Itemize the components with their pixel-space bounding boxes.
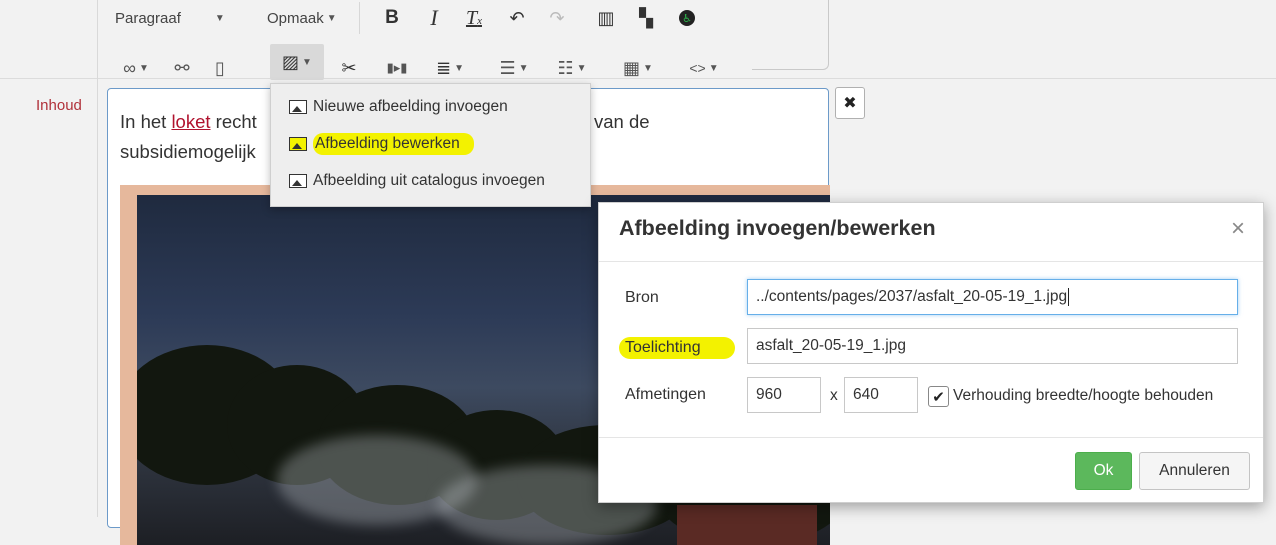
code-icon: <> bbox=[689, 60, 706, 76]
paste-text-button[interactable]: ▥ bbox=[591, 0, 621, 36]
numbered-list-dropdown[interactable]: ☷ ▼ bbox=[549, 50, 595, 86]
width-input[interactable]: 960 bbox=[747, 377, 821, 413]
image-menu: Nieuwe afbeelding invoegen Afbeelding be… bbox=[270, 83, 591, 207]
loket-link[interactable]: loket bbox=[171, 111, 210, 132]
content-field-label: Inhoud bbox=[36, 97, 82, 114]
editor-content[interactable]: In het loket recht subsidiemogelijk bbox=[120, 107, 257, 167]
chevron-down-icon: ▼ bbox=[708, 62, 719, 74]
chevron-down-icon: ▼ bbox=[454, 62, 464, 74]
cancel-button[interactable]: Annuleren bbox=[1139, 452, 1250, 490]
image-icon bbox=[289, 100, 307, 114]
undo-icon: ↶ bbox=[509, 7, 525, 28]
unlink-icon: ⚯ bbox=[174, 57, 190, 78]
undo-button[interactable]: ↶ bbox=[502, 0, 532, 36]
chevron-down-icon: ▼ bbox=[518, 62, 529, 74]
caption-input[interactable]: asfalt_20-05-19_1.jpg bbox=[747, 328, 1238, 364]
editor-line-2: subsidiemogelijk bbox=[120, 141, 256, 162]
dialog-header-divider bbox=[599, 261, 1263, 262]
label-column-divider bbox=[97, 0, 98, 517]
editor-text-segment: In het bbox=[120, 111, 172, 132]
redo-icon: ↷ bbox=[549, 7, 565, 28]
image-dropdown-button[interactable]: ▨ ▼ bbox=[270, 44, 324, 80]
menu-item-label: Afbeelding uit catalogus invoegen bbox=[313, 172, 545, 189]
menu-item-catalog-image[interactable]: Afbeelding uit catalogus invoegen bbox=[289, 168, 545, 194]
find-button[interactable]: ▚ bbox=[631, 0, 661, 36]
menu-item-new-image[interactable]: Nieuwe afbeelding invoegen bbox=[289, 94, 508, 120]
chevron-down-icon: ▼ bbox=[138, 62, 149, 74]
image-dialog: Afbeelding invoegen/bewerken × Bron ../c… bbox=[598, 202, 1264, 503]
bullet-list-icon: ☰ bbox=[499, 57, 516, 78]
keep-ratio-label[interactable]: Verhouding breedte/hoogte behouden bbox=[953, 387, 1213, 405]
source-input[interactable]: ../contents/pages/2037/asfalt_20-05-19_1… bbox=[747, 279, 1238, 315]
align-icon: ≣ bbox=[436, 57, 452, 78]
source-code-dropdown[interactable]: <> ▼ bbox=[679, 50, 729, 86]
image-catalog-icon bbox=[289, 174, 307, 188]
bullet-list-dropdown[interactable]: ☰ ▼ bbox=[491, 50, 537, 86]
source-label: Bron bbox=[625, 289, 659, 306]
editor-text-segment: recht bbox=[210, 111, 257, 132]
scissors-icon: ✂ bbox=[341, 57, 357, 78]
insert-link-button[interactable]: ∞ ▼ bbox=[115, 50, 157, 86]
checkmark-icon: ✔ bbox=[932, 388, 945, 406]
new-document-button[interactable]: ▯ bbox=[205, 50, 235, 86]
table-dropdown[interactable]: ▦ ▼ bbox=[615, 50, 661, 86]
styles-dropdown[interactable]: Opmaak ▼ bbox=[267, 0, 357, 36]
bold-button[interactable]: B bbox=[377, 0, 407, 36]
ok-button[interactable]: Ok bbox=[1075, 452, 1132, 490]
redo-button[interactable]: ↷ bbox=[542, 0, 572, 36]
media-icon: ▮▸▮ bbox=[386, 60, 408, 75]
editor-line-1: In het loket recht bbox=[120, 107, 257, 137]
chevron-down-icon: ▼ bbox=[302, 56, 312, 68]
remove-format-icon: Tx bbox=[465, 6, 482, 29]
close-button[interactable]: ✖ bbox=[835, 87, 865, 119]
numbered-list-icon: ☷ bbox=[557, 57, 574, 78]
insert-media-button[interactable]: ▮▸▮ bbox=[382, 50, 412, 86]
chevron-down-icon: ▼ bbox=[643, 62, 653, 74]
italic-icon: I bbox=[430, 5, 438, 30]
table-icon: ▦ bbox=[623, 57, 641, 78]
paragraph-format-dropdown[interactable]: Paragraaf ▼ bbox=[115, 0, 245, 36]
dialog-title: Afbeelding invoegen/bewerken bbox=[619, 216, 936, 240]
italic-button[interactable]: I bbox=[419, 0, 449, 36]
menu-item-edit-image[interactable]: Afbeelding bewerken bbox=[289, 131, 474, 157]
cut-button[interactable]: ✂ bbox=[334, 50, 364, 86]
editor-toolbar: Paragraaf ▼ Opmaak ▼ B I Tx ↶ ↷ ▥ ▚ ♿ ∞ ▼… bbox=[107, 0, 829, 88]
bold-icon: B bbox=[385, 7, 399, 28]
photo-machine bbox=[677, 505, 817, 545]
remove-format-button[interactable]: Tx bbox=[459, 0, 489, 36]
paste-icon: ▥ bbox=[597, 7, 615, 28]
dialog-close-icon[interactable]: × bbox=[1231, 215, 1245, 243]
chevron-down-icon: ▼ bbox=[214, 12, 225, 24]
keep-ratio-checkbox[interactable]: ✔ bbox=[928, 386, 949, 407]
paragraph-format-label: Paragraaf bbox=[115, 9, 181, 27]
image-icon: ▨ bbox=[282, 51, 300, 72]
chevron-down-icon: ▼ bbox=[576, 62, 587, 74]
link-icon: ∞ bbox=[123, 57, 136, 78]
styles-label: Opmaak bbox=[267, 9, 324, 27]
toolbar-frame bbox=[752, 0, 829, 70]
binoculars-icon: ▚ bbox=[639, 7, 653, 28]
text-cursor bbox=[1068, 288, 1070, 306]
toolbar-separator bbox=[359, 2, 360, 34]
dimensions-label: Afmetingen bbox=[625, 386, 706, 403]
image-edit-icon bbox=[289, 137, 307, 151]
height-input[interactable]: 640 bbox=[844, 377, 918, 413]
accessibility-icon: ♿ bbox=[679, 10, 695, 26]
align-dropdown[interactable]: ≣ ▼ bbox=[429, 50, 471, 86]
menu-item-label: Afbeelding bewerken bbox=[313, 133, 474, 155]
accessibility-button[interactable]: ♿ bbox=[672, 0, 702, 36]
dimension-separator: x bbox=[830, 387, 838, 404]
caption-label: Toelichting bbox=[619, 337, 735, 359]
unlink-button[interactable]: ⚯ bbox=[167, 50, 197, 86]
menu-item-label: Nieuwe afbeelding invoegen bbox=[313, 98, 508, 115]
chevron-down-icon: ▼ bbox=[326, 12, 337, 24]
source-value: ../contents/pages/2037/asfalt_20-05-19_1… bbox=[756, 288, 1068, 305]
editor-text-tail: van de bbox=[594, 111, 650, 132]
document-icon: ▯ bbox=[215, 57, 225, 78]
dialog-footer-divider bbox=[599, 437, 1263, 438]
